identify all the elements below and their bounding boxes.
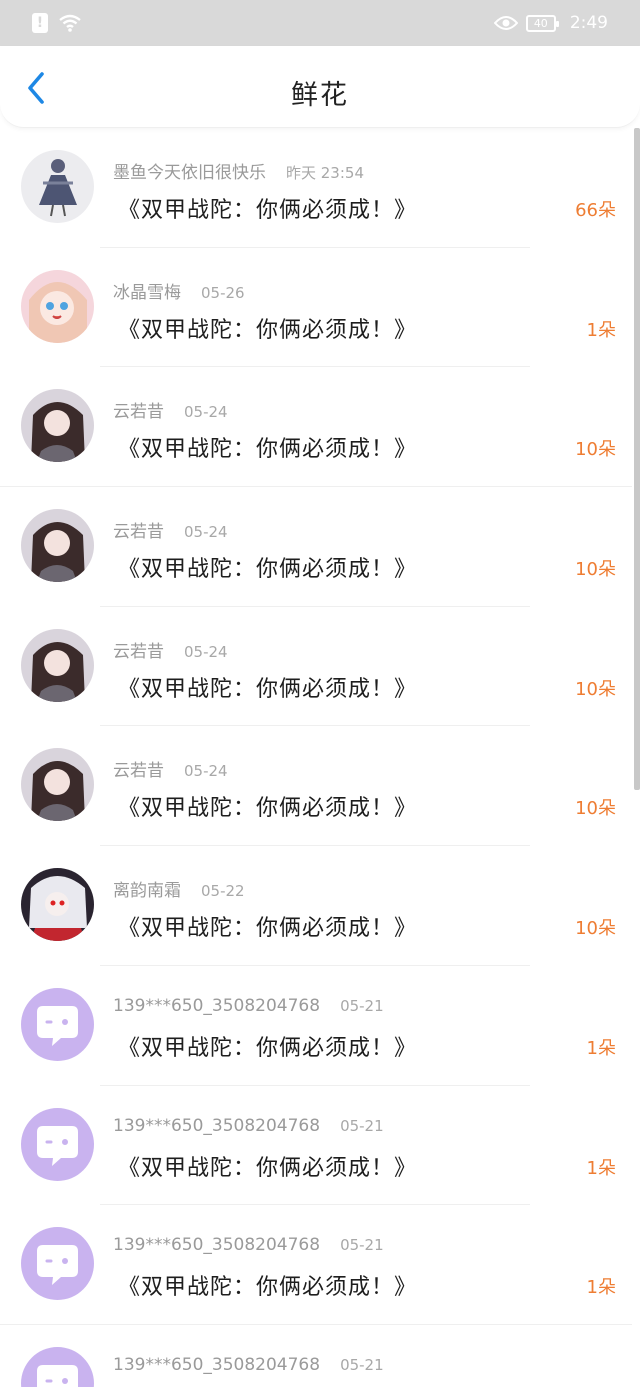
flower-count: 66朵	[575, 200, 616, 221]
user-name: 冰晶雪梅	[113, 282, 181, 303]
flower-count: 1朵	[586, 1157, 616, 1179]
user-name: 139***650_3508204768	[113, 995, 321, 1016]
timestamp: 05-21	[340, 1236, 384, 1255]
flower-count: 1朵	[586, 1277, 616, 1299]
list-item[interactable]: 云若昔 05-24 《双甲战陀：你俩必须成！》 10朵	[0, 607, 632, 727]
user-name: 云若昔	[113, 402, 164, 423]
flower-count: 1朵	[586, 1037, 616, 1059]
list-item[interactable]: 云若昔 05-24 《双甲战陀：你俩必须成！》 10朵	[0, 487, 632, 607]
flower-count: 10朵	[575, 439, 616, 461]
eye-icon	[493, 16, 518, 30]
wifi-icon	[59, 14, 81, 32]
status-time: 2:49	[569, 13, 608, 33]
list-item[interactable]: 139***650_3508204768 05-21 《双甲战陀：你俩必须成！》 …	[0, 1205, 632, 1325]
scrollbar[interactable]	[634, 128, 640, 790]
battery-level: 40	[533, 16, 548, 30]
message-text: 《双甲战陀：你俩必须成！》	[118, 1155, 418, 1181]
message-text: 《双甲战陀：你俩必须成！》	[118, 1035, 418, 1061]
page-title: 鲜花	[291, 80, 349, 111]
user-name: 离韵南霜	[113, 881, 181, 902]
list-item[interactable]: 云若昔 05-24 《双甲战陀：你俩必须成！》 10朵	[0, 367, 632, 488]
avatar[interactable]	[21, 1227, 94, 1301]
timestamp: 05-24	[184, 762, 228, 781]
timestamp: 05-22	[201, 882, 245, 901]
message-text: 《双甲战陀：你俩必须成！》	[118, 317, 418, 343]
timestamp: 05-24	[184, 403, 228, 422]
message-text: 《双甲战陀：你俩必须成！》	[118, 916, 418, 942]
message-text: 《双甲战陀：你俩必须成！》	[118, 437, 418, 463]
user-name: 云若昔	[113, 761, 164, 782]
battery-icon: 40	[525, 14, 559, 32]
flower-count: 10朵	[575, 918, 616, 940]
flower-list: 墨鱼今天依旧很快乐 昨天 23:54 《双甲战陀：你俩必须成！》 66朵 冰晶雪梅…	[0, 128, 632, 1387]
avatar[interactable]	[21, 628, 94, 702]
timestamp: 昨天 23:54	[286, 164, 364, 182]
list-item[interactable]: 139***650_3508204768 05-21 《双甲战陀：你俩必须成！》 …	[0, 1086, 632, 1206]
avatar[interactable]	[21, 1346, 94, 1387]
timestamp: 05-21	[340, 1116, 384, 1135]
message-text: 《双甲战陀：你俩必须成！》	[118, 796, 418, 822]
message-text: 《双甲战陀：你俩必须成！》	[118, 1275, 418, 1301]
alert-icon: !	[32, 13, 48, 33]
list-item[interactable]: 冰晶雪梅 05-26 《双甲战陀：你俩必须成！》 1朵	[0, 248, 632, 368]
avatar[interactable]	[21, 868, 94, 942]
user-name: 139***650_3508204768	[113, 1354, 321, 1375]
avatar[interactable]	[21, 269, 94, 343]
flower-count: 10朵	[575, 678, 616, 700]
avatar[interactable]	[21, 389, 94, 463]
user-name: 墨鱼今天依旧很快乐	[113, 163, 266, 183]
list-item[interactable]: 离韵南霜 05-22 《双甲战陀：你俩必须成！》 10朵	[0, 846, 632, 966]
user-name: 139***650_3508204768	[113, 1115, 321, 1136]
timestamp: 05-21	[340, 1355, 384, 1374]
avatar[interactable]	[21, 1107, 94, 1181]
status-bar: ! 40 2:49	[0, 0, 640, 46]
timestamp: 05-24	[184, 642, 228, 661]
user-name: 云若昔	[113, 641, 164, 662]
message-text: 《双甲战陀：你俩必须成！》	[118, 557, 418, 583]
flower-count: 1朵	[586, 319, 616, 341]
avatar[interactable]	[21, 509, 94, 583]
flower-count: 10朵	[575, 559, 616, 581]
header-bar: 鲜花	[0, 46, 640, 128]
user-name: 139***650_3508204768	[113, 1235, 321, 1256]
timestamp: 05-21	[340, 996, 384, 1015]
list-item[interactable]: 云若昔 05-24 《双甲战陀：你俩必须成！》 10朵	[0, 726, 632, 847]
timestamp: 05-24	[184, 523, 228, 542]
list-item[interactable]: 139***650_3508204768 05-21 《双甲战陀：你俩必须成！》 …	[0, 966, 632, 1086]
list-item[interactable]: 139***650_3508204768 05-21	[0, 1325, 632, 1387]
user-name: 云若昔	[113, 522, 164, 543]
flower-count: 10朵	[575, 798, 616, 820]
list-item[interactable]: 墨鱼今天依旧很快乐 昨天 23:54 《双甲战陀：你俩必须成！》 66朵	[0, 128, 632, 248]
message-text: 《双甲战陀：你俩必须成！》	[118, 198, 418, 223]
message-text: 《双甲战陀：你俩必须成！》	[118, 676, 418, 702]
timestamp: 05-26	[201, 283, 245, 302]
avatar[interactable]	[21, 987, 94, 1061]
avatar[interactable]	[21, 150, 94, 223]
avatar[interactable]	[21, 748, 94, 822]
